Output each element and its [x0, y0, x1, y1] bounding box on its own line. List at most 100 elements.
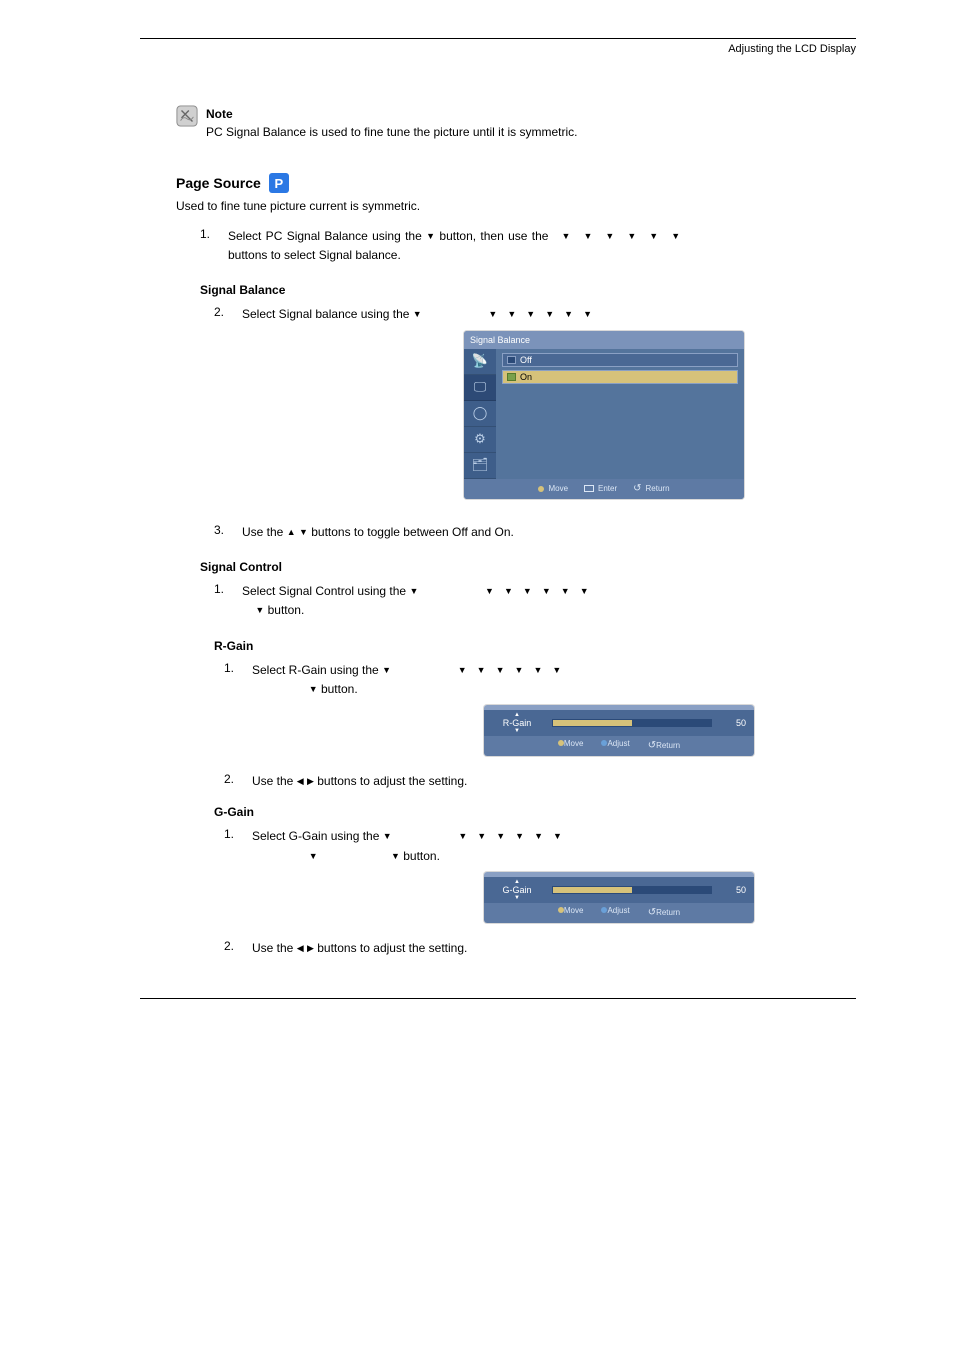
chevron-down-icon: ▼ — [562, 231, 571, 241]
step-3: 3. Use the ▲ ▼ buttons to toggle between… — [214, 523, 856, 542]
step-1: 1. Select PC Signal Balance using the ▼ … — [200, 227, 856, 265]
chevron-down-icon: ▼ — [671, 231, 680, 241]
chevron-down-icon: ▼ — [515, 665, 524, 675]
step-1-line: Select PC Signal Balance using the ▼ but… — [228, 229, 680, 243]
step-num: 2. — [224, 772, 242, 791]
chevron-down-icon: ▼ — [515, 831, 524, 841]
osd-slider-ggain: ▲ G-Gain ▼ 50 Move Adjust ↺Return — [484, 872, 754, 923]
p-icon: P — [269, 173, 289, 193]
header-rule — [140, 38, 856, 39]
osd-menu: Signal Balance 📡 🖵 ◯ ⚙ 🗂 Off — [464, 331, 744, 499]
chevron-down-icon: ▼ — [583, 231, 592, 241]
chevron-down-icon: ▼ — [383, 831, 392, 841]
checkbox-icon — [507, 356, 516, 364]
signal-balance-heading: Signal Balance — [200, 283, 856, 297]
chevron-down-icon: ▼ — [496, 831, 505, 841]
chevron-down-icon: ▼ — [605, 231, 614, 241]
osd-icon-input: 📡 — [464, 349, 496, 375]
step-num: 1. — [200, 227, 218, 265]
footer-rule — [140, 998, 856, 999]
slider-label: ▲ G-Gain ▼ — [492, 883, 542, 897]
chevron-down-icon: ▼ — [309, 851, 318, 861]
note-body: PC Signal Balance is used to fine tune t… — [206, 123, 578, 141]
chevron-down-icon: ▼ — [507, 309, 516, 319]
r-gain-step1: 1. Select R-Gain using the ▼ ▼ ▼ ▼ ▼ ▼ ▼… — [224, 661, 856, 763]
osd-option-off[interactable]: Off — [502, 353, 738, 367]
chevron-down-icon: ▼ — [561, 586, 570, 596]
chevron-down-icon: ▼ — [514, 727, 520, 737]
chevron-down-icon: ▼ — [514, 894, 520, 904]
chevron-down-icon: ▼ — [477, 665, 486, 675]
osd-icon-sound: ◯ — [464, 401, 496, 427]
step-2: 2. Select Signal balance using the ▼ ▼ ▼… — [214, 305, 856, 505]
enter-icon — [584, 485, 594, 492]
osd-footer: Move Enter ↺Return — [464, 479, 744, 499]
return-icon: ↺ — [648, 740, 656, 751]
chevron-down-icon: ▼ — [299, 527, 308, 537]
note-block: Note PC Signal Balance is used to fine t… — [176, 105, 856, 141]
chevron-right-icon: ▶ — [307, 776, 314, 786]
chevron-down-icon: ▼ — [488, 309, 497, 319]
chevron-down-icon: ▼ — [504, 586, 513, 596]
chevron-down-icon: ▼ — [627, 231, 636, 241]
move-dot-icon — [538, 486, 544, 492]
chevron-down-icon: ▼ — [552, 665, 561, 675]
step-num: 1. — [224, 661, 242, 763]
chevron-down-icon: ▼ — [545, 309, 554, 319]
chevron-down-icon: ▼ — [583, 309, 592, 319]
step-num: 2. — [224, 939, 242, 958]
osd-sidebar: 📡 🖵 ◯ ⚙ 🗂 — [464, 349, 496, 479]
checkbox-icon — [507, 373, 516, 381]
slider-label: ▲ R-Gain ▼ — [492, 716, 542, 730]
chevron-down-icon: ▼ — [580, 586, 589, 596]
slider-value: 50 — [722, 716, 746, 730]
chevron-down-icon: ▼ — [382, 665, 391, 675]
chevron-down-icon: ▼ — [458, 665, 467, 675]
r-gain-heading: R-Gain — [214, 639, 856, 653]
page-source-heading: Page Source P — [176, 173, 856, 193]
heading-text: Page Source — [176, 175, 261, 191]
chevron-down-icon: ▼ — [553, 831, 562, 841]
signal-control-step1: 1. Select Signal Control using the ▼ ▼ ▼… — [214, 582, 856, 620]
chevron-up-icon: ▲ — [287, 527, 296, 537]
chevron-down-icon: ▼ — [533, 665, 542, 675]
chevron-left-icon: ◀ — [297, 776, 304, 786]
chevron-down-icon: ▼ — [255, 605, 264, 615]
g-gain-step2: 2. Use the ◀ ▶ buttons to adjust the set… — [224, 939, 856, 958]
slider-fill — [553, 887, 632, 893]
osd-title: Signal Balance — [464, 331, 744, 349]
osd-icon-multi: 🗂 — [464, 453, 496, 479]
chevron-down-icon: ▼ — [413, 309, 422, 319]
step-num: 3. — [214, 523, 232, 542]
chevron-down-icon: ▼ — [409, 586, 418, 596]
note-icon — [176, 105, 198, 127]
return-icon: ↺ — [633, 481, 641, 497]
g-gain-step1: 1. Select G-Gain using the ▼ ▼ ▼ ▼ ▼ ▼ ▼… — [224, 827, 856, 929]
osd-slider-rgain: ▲ R-Gain ▼ 50 Move Adjust ↺Return — [484, 705, 754, 756]
r-gain-step2: 2. Use the ◀ ▶ buttons to adjust the set… — [224, 772, 856, 791]
chevron-down-icon: ▼ — [426, 231, 435, 241]
chevron-down-icon: ▼ — [391, 851, 400, 861]
chevron-down-icon: ▼ — [542, 586, 551, 596]
chevron-up-icon: ▲ — [514, 711, 520, 721]
chevron-down-icon: ▼ — [458, 831, 467, 841]
chevron-down-icon: ▼ — [526, 309, 535, 319]
osd-option-on[interactable]: On — [502, 370, 738, 384]
note-label: Note — [206, 105, 578, 123]
slider-value: 50 — [722, 883, 746, 897]
g-gain-heading: G-Gain — [214, 805, 856, 819]
slider-track[interactable] — [552, 719, 712, 727]
osd-icon-picture: 🖵 — [464, 375, 496, 401]
chevron-up-icon: ▲ — [514, 878, 520, 888]
step-num: 2. — [214, 305, 232, 505]
page-header: Adjusting the LCD Display — [140, 43, 856, 55]
page-source-desc: Used to fine tune picture current is sym… — [176, 199, 856, 213]
step-num: 1. — [214, 582, 232, 620]
slider-track[interactable] — [552, 886, 712, 894]
chevron-down-icon: ▼ — [496, 665, 505, 675]
step-num: 1. — [224, 827, 242, 929]
chevron-down-icon: ▼ — [649, 231, 658, 241]
chevron-down-icon: ▼ — [564, 309, 573, 319]
chevron-down-icon: ▼ — [534, 831, 543, 841]
chevron-down-icon: ▼ — [309, 684, 318, 694]
